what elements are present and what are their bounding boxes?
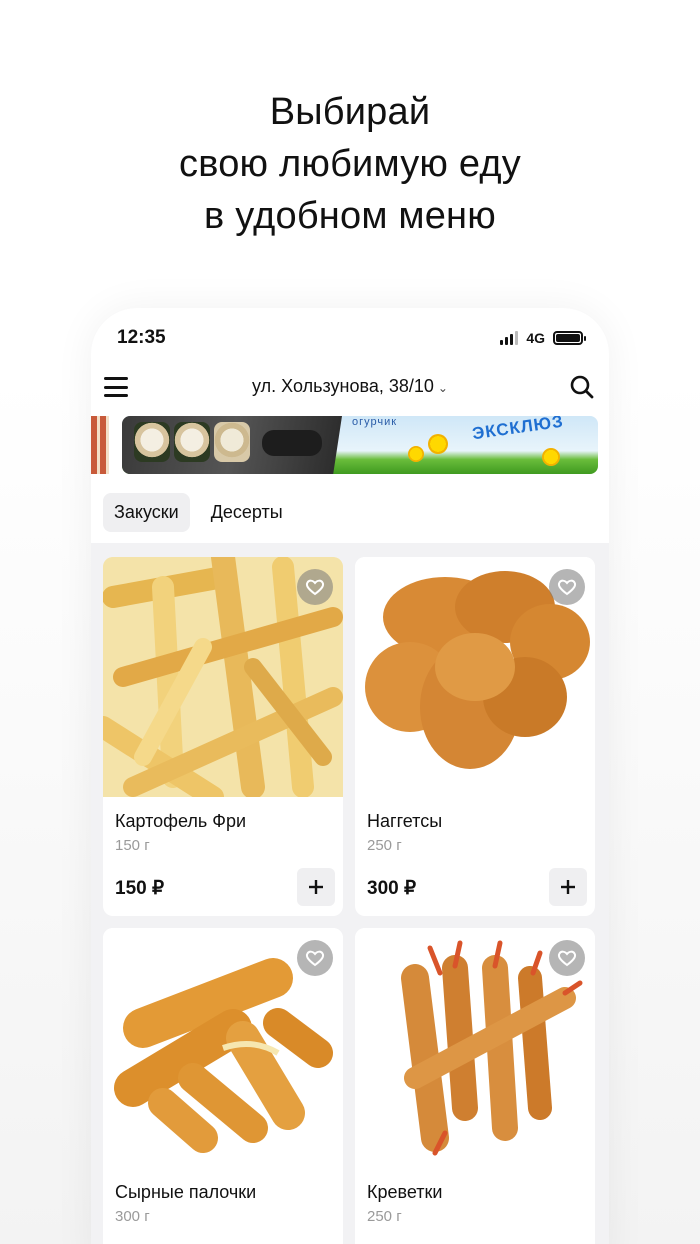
banner-caption-small: огурчик [352,416,398,428]
banner-slide[interactable]: огурчик ЭКСКЛЮЗ [122,416,598,474]
battery-icon [553,331,586,345]
product-card[interactable]: Наггетсы 250 г 300 ₽ [355,557,595,916]
search-icon[interactable] [569,374,595,400]
product-price: 150 ₽ [115,878,165,899]
add-to-cart-button[interactable] [297,868,335,906]
product-weight: 250 г [367,837,402,854]
headline-line-3: в удобном меню [204,195,496,237]
banner-caption-big: ЭКСКЛЮЗ [471,416,565,444]
promo-headline: Выбирай свою любимую еду в удобном меню [0,86,700,242]
banner-carousel[interactable]: огурчик ЭКСКЛЮЗ [91,416,609,474]
heart-icon[interactable] [297,569,333,605]
product-weight: 150 г [115,837,150,854]
product-price: 300 ₽ [367,878,417,899]
top-zone: 12:35 4G ул. Хользунова, 38/10 ⌄ огурчик… [91,308,609,543]
signal-icon [500,331,519,345]
network-type: 4G [526,330,545,346]
product-photo-shrimp [355,928,595,1168]
plus-icon [309,880,323,894]
product-name: Сырные палочки [115,1182,257,1202]
product-card[interactable]: Сырные палочки 300 г [103,928,343,1244]
product-name: Картофель Фри [115,811,247,831]
headline-line-2: свою любимую еду [179,143,521,185]
product-photo-fries [103,557,343,797]
product-weight: 300 г [115,1208,150,1225]
category-tabs: Закуски Десерты [103,493,294,532]
product-name: Наггетсы [367,811,443,831]
address-label: ул. Хользунова, 38/10 [252,376,434,396]
tab-desserts[interactable]: Десерты [200,493,294,532]
nav-bar: ул. Хользунова, 38/10 ⌄ [91,368,609,408]
headline-line-1: Выбирай [269,91,431,133]
plus-icon [561,880,575,894]
product-card[interactable]: Креветки 250 г [355,928,595,1244]
add-to-cart-button[interactable] [549,868,587,906]
heart-icon[interactable] [297,940,333,976]
heart-icon[interactable] [549,940,585,976]
banner-sushi-image [122,416,342,474]
product-weight: 250 г [367,1208,402,1225]
status-time: 12:35 [117,327,166,348]
address-selector[interactable]: ул. Хользунова, 38/10 ⌄ [91,376,609,397]
phone-screen: 12:35 4G ул. Хользунова, 38/10 ⌄ огурчик… [91,308,609,1244]
product-card[interactable]: Картофель Фри 150 г 150 ₽ [103,557,343,916]
product-photo-nuggets [355,557,595,797]
heart-icon[interactable] [549,569,585,605]
status-indicators: 4G [500,330,586,346]
status-bar: 12:35 4G [117,326,586,350]
chevron-down-icon: ⌄ [437,381,448,395]
banner-prev-slide[interactable] [91,416,109,474]
product-photo-cheese-sticks [103,928,343,1168]
tab-snacks[interactable]: Закуски [103,493,190,532]
product-name: Креветки [367,1182,443,1202]
